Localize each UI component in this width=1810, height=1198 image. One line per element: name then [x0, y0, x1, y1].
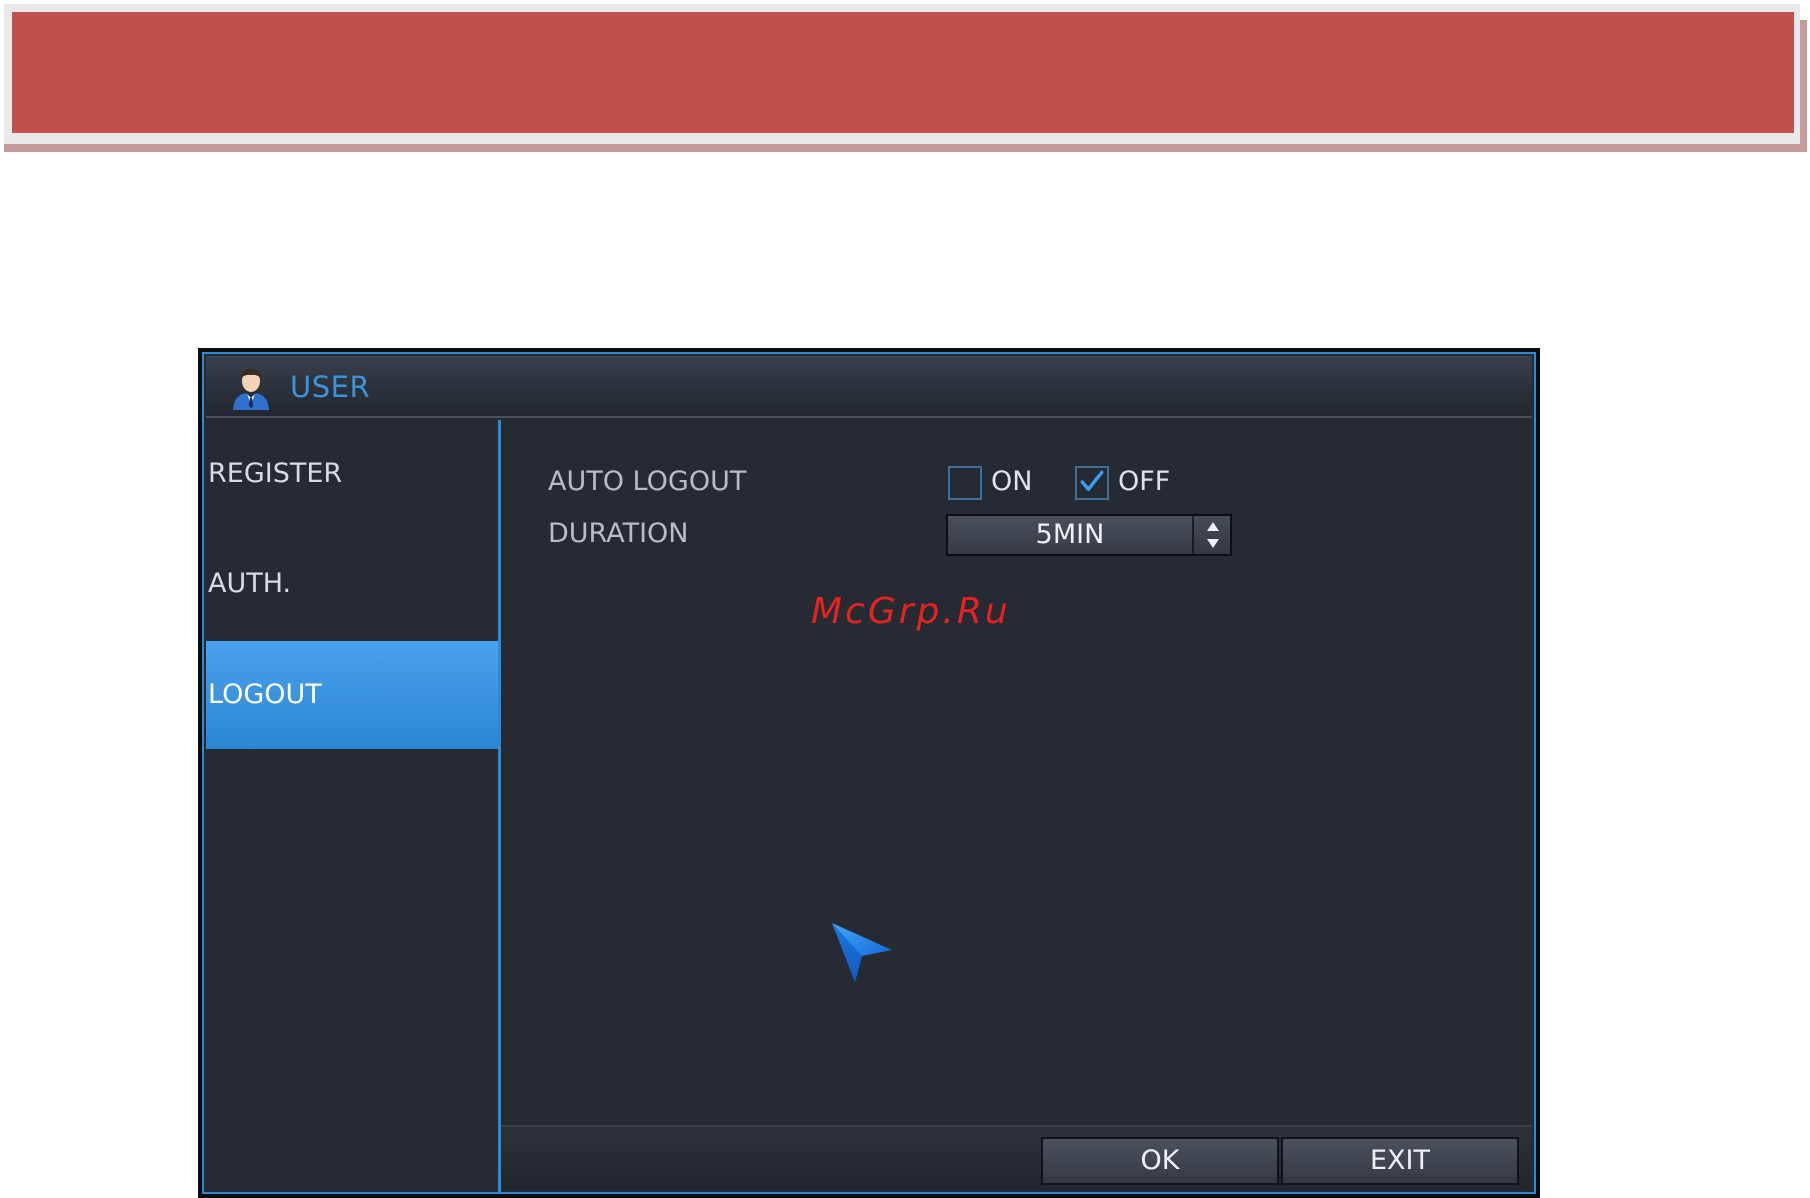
duration-value: 5MIN — [1035, 519, 1105, 550]
auto-logout-on-checkbox[interactable] — [948, 466, 982, 500]
auto-logout-off-label: OFF — [1118, 466, 1171, 497]
sidebar-item-label: AUTH. — [208, 568, 292, 599]
footer-bar: OK EXIT — [501, 1125, 1532, 1190]
sidebar: REGISTER AUTH. LOGOUT — [206, 420, 500, 1192]
settings-panel: AUTO LOGOUT ON OFF DURATION 5MIN McGrp.R… — [501, 420, 1532, 1192]
sidebar-item-register[interactable]: REGISTER — [206, 420, 498, 528]
sidebar-item-auth[interactable]: AUTH. — [206, 530, 498, 638]
dvr-window-frame: USER REGISTER AUTH. LOGOUT AUTO LOGOUT O… — [202, 352, 1536, 1194]
watermark: McGrp.Ru — [811, 591, 1011, 632]
dvr-window: USER REGISTER AUTH. LOGOUT AUTO LOGOUT O… — [198, 348, 1540, 1198]
auto-logout-off-checkbox[interactable] — [1075, 466, 1109, 500]
auto-logout-label: AUTO LOGOUT — [548, 466, 747, 497]
auto-logout-on-label: ON — [991, 466, 1033, 497]
window-title: USER — [290, 370, 371, 404]
mouse-cursor-icon — [832, 923, 892, 982]
up-down-arrows-icon — [1207, 522, 1219, 548]
sidebar-item-logout[interactable]: LOGOUT — [206, 641, 498, 749]
top-banner — [12, 12, 1794, 133]
sidebar-item-label: REGISTER — [208, 458, 343, 489]
duration-spinner-button[interactable] — [1192, 516, 1230, 554]
title-bar: USER — [206, 356, 1532, 418]
duration-label: DURATION — [548, 518, 689, 549]
sidebar-item-label: LOGOUT — [208, 679, 322, 710]
exit-button[interactable]: EXIT — [1281, 1137, 1519, 1185]
user-icon — [233, 369, 269, 410]
duration-spinner[interactable]: 5MIN — [946, 514, 1232, 556]
ok-button[interactable]: OK — [1041, 1137, 1279, 1185]
checkmark-icon — [1080, 470, 1104, 491]
